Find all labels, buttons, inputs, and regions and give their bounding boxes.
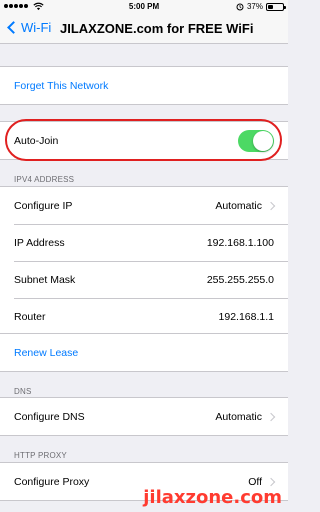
ipv4-group: Configure IP Automatic IP Address 192.16… — [0, 186, 288, 336]
renew-lease-button[interactable]: Renew Lease — [0, 334, 288, 371]
back-label: Wi-Fi — [21, 20, 52, 35]
subnet-mask-label: Subnet Mask — [14, 273, 76, 286]
configure-proxy-label: Configure Proxy — [14, 475, 90, 488]
renew-group: Renew Lease — [0, 333, 288, 372]
toggle-knob — [253, 130, 273, 151]
navigation-bar: Wi-Fi JILAXZONE.com for FREE WiFi — [0, 14, 288, 44]
dns-group: Configure DNS Automatic — [0, 397, 288, 436]
chevron-right-icon — [266, 201, 276, 210]
ip-address-row: IP Address 192.168.1.100 — [0, 224, 288, 261]
router-row: Router 192.168.1.1 — [0, 298, 288, 335]
back-button[interactable]: Wi-Fi — [6, 20, 51, 35]
subnet-mask-value: 255.255.255.0 — [206, 273, 274, 286]
forget-network-label: Forget This Network — [14, 79, 109, 92]
chevron-right-icon — [266, 412, 276, 421]
battery-fill — [268, 4, 273, 9]
alarm-icon — [236, 3, 244, 10]
proxy-section-header: HTTP PROXY — [14, 451, 67, 460]
router-value: 192.168.1.1 — [218, 310, 274, 323]
router-label: Router — [14, 310, 46, 323]
auto-join-toggle[interactable] — [238, 129, 274, 152]
chevron-left-icon — [7, 21, 20, 34]
ip-address-value: 192.168.1.100 — [206, 236, 274, 249]
renew-lease-label: Renew Lease — [14, 346, 79, 359]
configure-proxy-value: Off — [248, 475, 262, 488]
page-title: JILAXZONE.com for FREE WiFi — [60, 21, 254, 36]
configure-dns-row[interactable]: Configure DNS Automatic — [0, 398, 288, 435]
ip-address-label: IP Address — [14, 236, 65, 249]
chevron-right-icon — [266, 477, 276, 486]
battery-icon — [266, 2, 286, 11]
ipv4-section-header: IPV4 ADDRESS — [14, 175, 75, 184]
status-bar: 5:00 PM 37% — [0, 0, 288, 14]
auto-join-label: Auto-Join — [14, 134, 59, 147]
forget-group: Forget This Network — [0, 66, 288, 105]
configure-dns-label: Configure DNS — [14, 410, 85, 423]
configure-ip-value: Automatic — [215, 199, 262, 212]
dns-section-header: DNS — [14, 387, 32, 396]
right-status: 37% — [236, 2, 286, 11]
battery-percent: 37% — [246, 2, 263, 11]
subnet-mask-row: Subnet Mask 255.255.255.0 — [0, 261, 288, 298]
configure-dns-value: Automatic — [215, 410, 262, 423]
auto-join-row: Auto-Join — [0, 122, 288, 159]
watermark-text: jilaxzone.com — [143, 487, 282, 508]
auto-join-group: Auto-Join — [0, 121, 288, 160]
forget-network-button[interactable]: Forget This Network — [0, 67, 288, 104]
configure-ip-row[interactable]: Configure IP Automatic — [0, 187, 288, 224]
configure-ip-label: Configure IP — [14, 199, 73, 212]
